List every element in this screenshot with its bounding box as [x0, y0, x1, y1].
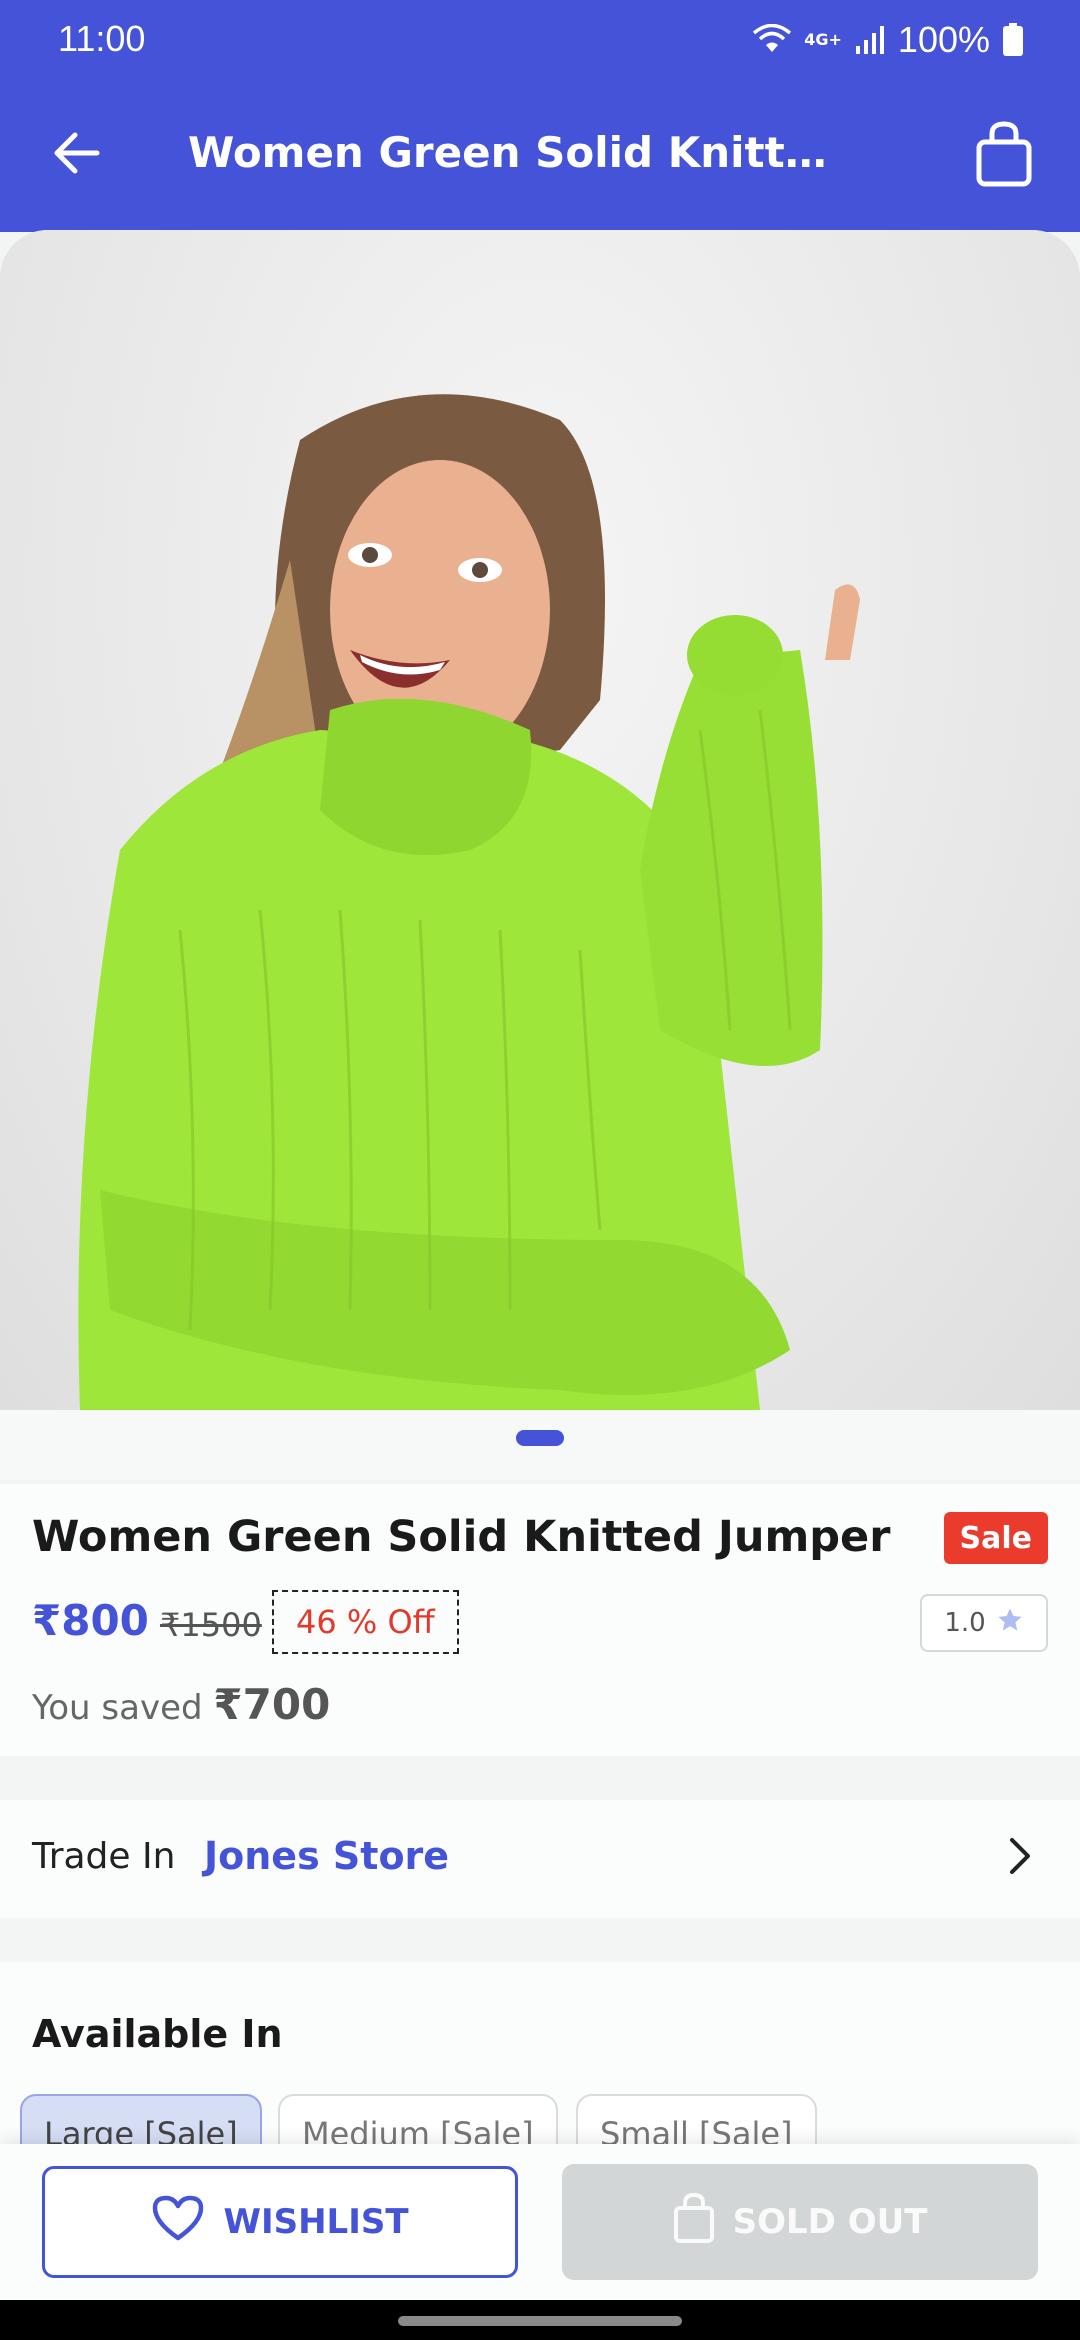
- battery-icon: [1002, 23, 1024, 57]
- network-type-icon: 4G+: [804, 30, 842, 49]
- price: ₹800: [32, 1596, 149, 1645]
- app-header: 11:00 4G+ 100% Women Green Solid Knitted…: [0, 0, 1080, 232]
- star-icon: [996, 1606, 1024, 1641]
- rating-value: 1.0: [944, 1608, 986, 1638]
- status-bar: 11:00 4G+ 100%: [0, 0, 1080, 80]
- sale-badge: Sale: [943, 1512, 1048, 1564]
- shopping-bag-icon: [975, 120, 1033, 192]
- store-name-link[interactable]: Jones Store: [204, 1834, 449, 1878]
- app-bar: Women Green Solid Knitted Jumper: [0, 100, 1080, 212]
- image-pager: [0, 1410, 1080, 1480]
- savings-text: You saved ₹700: [32, 1680, 330, 1729]
- sold-out-label: SOLD OUT: [732, 2202, 928, 2242]
- savings-amount: ₹700: [213, 1680, 331, 1729]
- wishlist-label: WISHLIST: [223, 2202, 409, 2242]
- shopping-bag-icon: [673, 2192, 715, 2253]
- heart-icon: [151, 2194, 205, 2251]
- trade-in-label: Trade In: [32, 1836, 176, 1877]
- original-price: ₹1500: [160, 1606, 262, 1644]
- chevron-right-icon: [1008, 1836, 1032, 1880]
- pager-dot-active[interactable]: [516, 1430, 564, 1446]
- system-navigation-bar: [0, 2300, 1080, 2340]
- back-button[interactable]: [44, 122, 110, 188]
- arrow-left-icon: [53, 132, 101, 178]
- sold-out-button[interactable]: SOLD OUT: [562, 2164, 1038, 2280]
- wifi-icon: [752, 24, 792, 56]
- bottom-action-bar: WISHLIST SOLD OUT: [0, 2144, 1080, 2300]
- battery-percentage: 100%: [897, 19, 990, 60]
- trade-in-row[interactable]: Trade In Jones Store: [0, 1800, 1080, 1918]
- rating-badge[interactable]: 1.0: [920, 1594, 1048, 1652]
- product-info-card: Women Green Solid Knitted Jumper Sale ₹8…: [0, 1484, 1080, 1756]
- wishlist-button[interactable]: WISHLIST: [42, 2166, 518, 2278]
- signal-icon: [854, 24, 886, 56]
- savings-label: You saved: [32, 1688, 203, 1728]
- home-gesture-handle[interactable]: [398, 2316, 682, 2326]
- status-time: 11:00: [58, 18, 146, 59]
- availability-title: Available In: [32, 2012, 283, 2056]
- product-photo: [78, 394, 860, 1410]
- discount-badge: 46 % Off: [272, 1590, 459, 1654]
- status-icons: 4G+ 100%: [752, 16, 1024, 64]
- cart-button[interactable]: [964, 116, 1044, 196]
- product-title: Women Green Solid Knitted Jumper: [32, 1512, 891, 1562]
- product-image[interactable]: [0, 230, 1080, 1410]
- page-title: Women Green Solid Knitted Jumper: [188, 128, 828, 177]
- store-details-button[interactable]: [992, 1830, 1048, 1886]
